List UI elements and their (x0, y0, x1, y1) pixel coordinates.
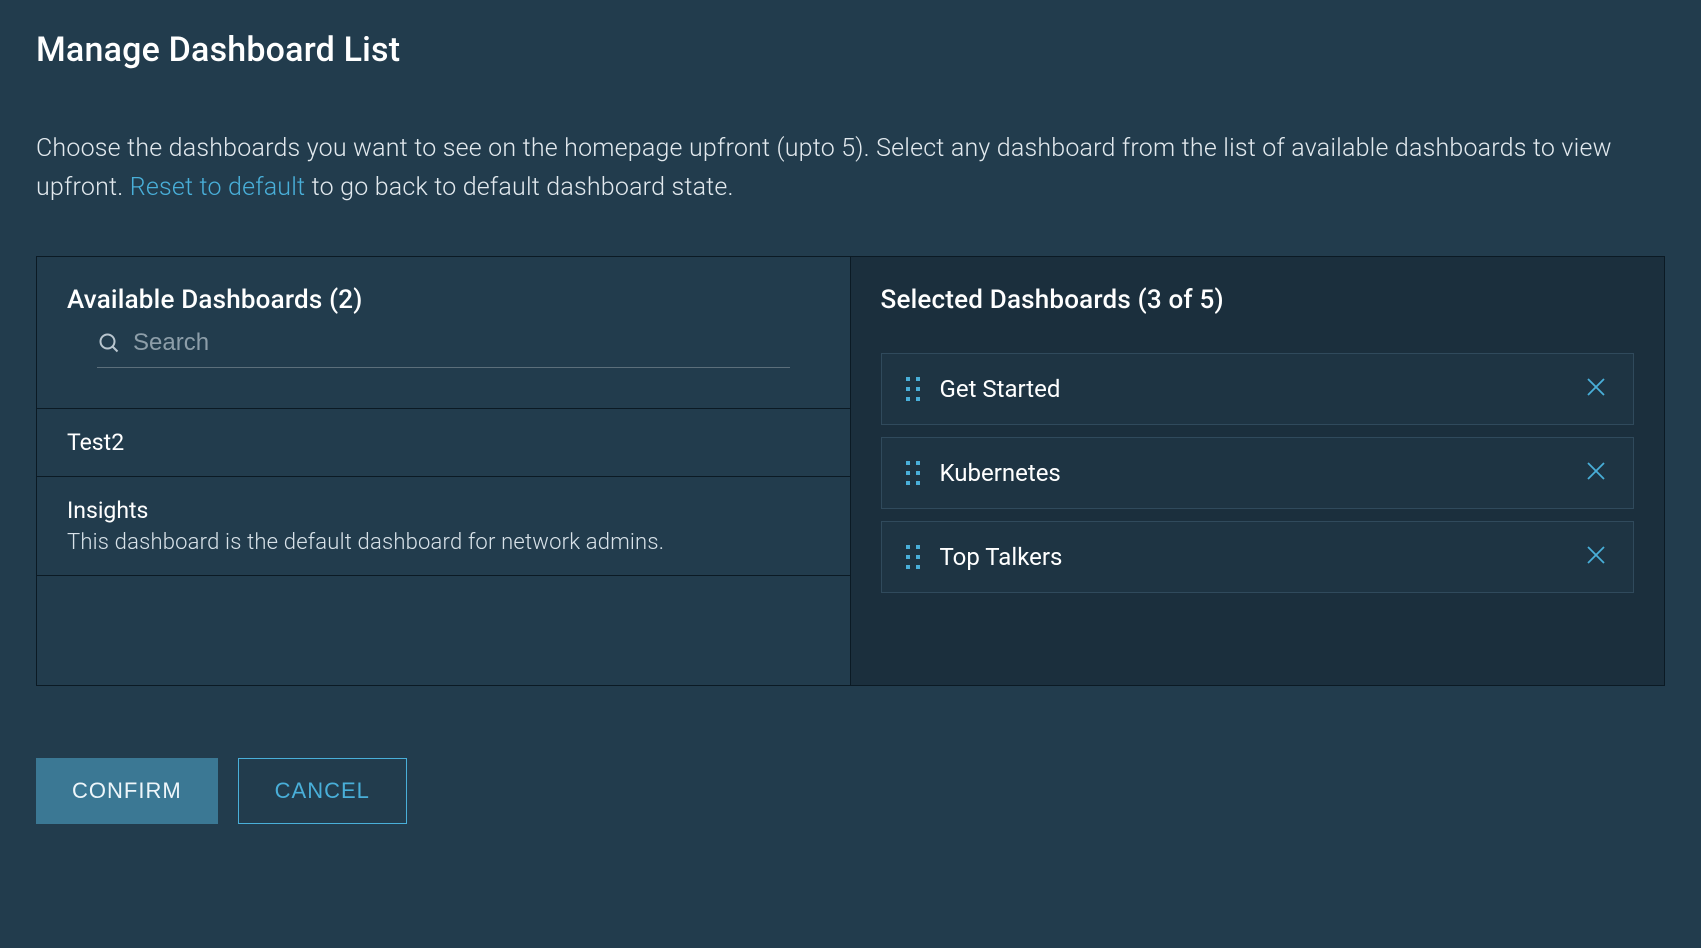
drag-handle-icon[interactable] (904, 375, 922, 403)
dialog-description: Choose the dashboards you want to see on… (36, 130, 1665, 208)
search-input[interactable] (133, 329, 790, 357)
available-list: Test2 Insights This dashboard is the def… (37, 408, 850, 576)
drag-handle-icon[interactable] (904, 459, 922, 487)
reset-to-default-link[interactable]: Reset to default (130, 173, 306, 202)
available-item-title: Test2 (67, 429, 820, 456)
selected-item-label: Top Talkers (940, 543, 1564, 571)
remove-button[interactable] (1581, 456, 1611, 489)
selected-item-label: Get Started (940, 375, 1564, 403)
drag-handle-icon[interactable] (904, 543, 922, 571)
description-text-2: to go back to default dashboard state. (305, 173, 733, 202)
selected-item-top-talkers[interactable]: Top Talkers (881, 521, 1635, 593)
available-item-description: This dashboard is the default dashboard … (67, 530, 820, 555)
available-item-title: Insights (67, 497, 820, 524)
close-icon (1585, 544, 1607, 569)
close-icon (1585, 376, 1607, 401)
selected-item-kubernetes[interactable]: Kubernetes (881, 437, 1635, 509)
cancel-button[interactable]: CANCEL (238, 758, 407, 824)
dialog-title: Manage Dashboard List (36, 30, 1665, 70)
dashboard-panels: Available Dashboards (2) Test2 I (36, 256, 1665, 686)
selected-heading: Selected Dashboards (3 of 5) (881, 285, 1635, 315)
dialog-footer: CONFIRM CANCEL (36, 758, 1665, 824)
close-icon (1585, 460, 1607, 485)
search-icon (97, 331, 121, 355)
selected-item-get-started[interactable]: Get Started (881, 353, 1635, 425)
available-dashboards-pane: Available Dashboards (2) Test2 I (37, 257, 851, 685)
available-item-test2[interactable]: Test2 (37, 408, 850, 476)
confirm-button[interactable]: CONFIRM (36, 758, 218, 824)
selected-dashboards-pane: Selected Dashboards (3 of 5) (851, 257, 1665, 685)
remove-button[interactable] (1581, 372, 1611, 405)
available-heading: Available Dashboards (2) (67, 285, 820, 315)
remove-button[interactable] (1581, 540, 1611, 573)
selected-item-label: Kubernetes (940, 459, 1564, 487)
manage-dashboard-dialog: Manage Dashboard List Choose the dashboa… (0, 0, 1701, 948)
selected-list: Get Started (851, 325, 1665, 623)
available-item-insights[interactable]: Insights This dashboard is the default d… (37, 476, 850, 576)
search-row (97, 325, 790, 368)
